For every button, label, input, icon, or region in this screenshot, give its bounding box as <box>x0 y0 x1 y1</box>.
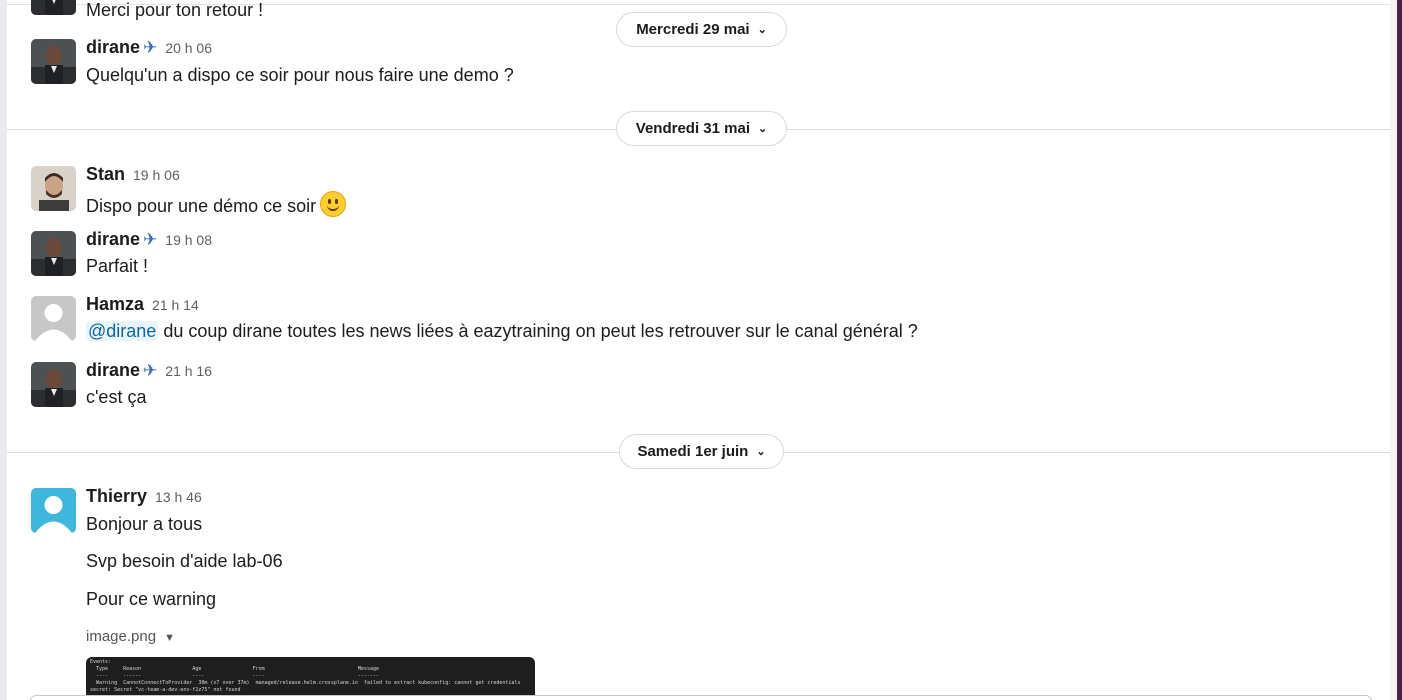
message-body: du coup dirane toutes les news liées à e… <box>158 321 918 341</box>
avatar-dirane[interactable] <box>31 362 76 407</box>
message-line: Svp besoin d'aide lab-06 <box>86 551 283 571</box>
message-body: Dispo pour une démo ce soir <box>86 196 317 216</box>
avatar-hamza[interactable] <box>31 296 76 341</box>
author-name[interactable]: Stan <box>86 164 125 184</box>
timestamp[interactable]: 21 h 16 <box>165 363 212 379</box>
timestamp[interactable]: 19 h 08 <box>165 232 212 248</box>
left-edge <box>0 0 7 700</box>
timestamp[interactable]: 20 h 06 <box>165 40 212 56</box>
chevron-down-icon: ⌄ <box>758 123 768 135</box>
message-text: @dirane du coup dirane toutes les news l… <box>86 321 918 342</box>
terminal-line: Type Reason Age From Message <box>90 666 379 672</box>
avatar-dirane[interactable] <box>31 39 76 84</box>
author-name[interactable]: dirane <box>86 360 140 380</box>
attachment-header[interactable]: image.png ▼ <box>86 628 175 645</box>
chevron-down-icon: ⌄ <box>756 446 766 458</box>
message-composer[interactable] <box>30 695 1372 700</box>
terminal-line: secret: Secret "vc-team-a-dev-env-f2z75"… <box>90 687 241 693</box>
slightly-smiling-face-icon <box>320 191 347 217</box>
workspace-accent-bar <box>1397 0 1402 700</box>
caret-down-icon[interactable]: ▼ <box>164 632 175 644</box>
author-name[interactable]: Hamza <box>86 294 144 314</box>
date-separator-fri[interactable]: Vendredi 31 mai ⌄ <box>616 111 787 146</box>
message-header: Hamza 21 h 14 <box>86 294 199 315</box>
timestamp[interactable]: 21 h 14 <box>152 297 199 313</box>
message-header: dirane ✈ 19 h 08 <box>86 229 212 250</box>
message-header: dirane ✈ 20 h 06 <box>86 37 212 58</box>
chevron-down-icon: ⌄ <box>757 24 767 36</box>
message-text: Dispo pour une démo ce soir <box>86 191 347 217</box>
author-name[interactable]: dirane <box>86 229 140 249</box>
message-pane: Merci pour ton retour ! Mercredi 29 mai … <box>0 0 1402 700</box>
date-label: Samedi 1er juin <box>637 443 749 460</box>
attachment-image[interactable]: Events: Type Reason Age From Message ---… <box>86 657 535 700</box>
author-name[interactable]: dirane <box>86 37 140 57</box>
message-line: Bonjour a tous <box>86 514 203 534</box>
avatar-dirane[interactable] <box>31 231 76 276</box>
message-header: dirane ✈ 21 h 16 <box>86 360 212 381</box>
date-label: Vendredi 31 mai <box>635 120 750 137</box>
message-text: Quelqu'un a dispo ce soir pour nous fair… <box>86 65 514 85</box>
terminal-line: Events: <box>90 659 112 665</box>
date-separator-wed[interactable]: Mercredi 29 mai ⌄ <box>616 12 787 47</box>
avatar-thierry[interactable] <box>31 488 76 533</box>
scrollbar-track[interactable] <box>1390 0 1397 700</box>
message-header: Stan 19 h 06 <box>86 164 180 185</box>
message-text: c'est ça <box>86 387 147 407</box>
timestamp[interactable]: 13 h 46 <box>155 489 202 505</box>
date-separator-sat[interactable]: Samedi 1er juin ⌄ <box>619 434 784 469</box>
attachment-filename[interactable]: image.png <box>86 628 156 645</box>
author-name[interactable]: Thierry <box>86 486 147 506</box>
airplane-icon: ✈ <box>143 230 158 249</box>
avatar-dirane[interactable] <box>31 0 76 15</box>
message-line: Pour ce warning <box>86 589 217 609</box>
airplane-icon: ✈ <box>143 38 158 57</box>
avatar-stan[interactable] <box>31 166 76 211</box>
airplane-icon: ✈ <box>143 361 158 380</box>
timestamp[interactable]: 19 h 06 <box>133 167 180 183</box>
message-text: Parfait ! <box>86 256 149 276</box>
user-mention[interactable]: @dirane <box>86 321 159 341</box>
date-label: Mercredi 29 mai <box>636 21 750 38</box>
message-header: Thierry 13 h 46 <box>86 486 202 507</box>
terminal-line: Warning CannotConnectToProvider 30m (x7 … <box>90 680 521 686</box>
message-text: Merci pour ton retour ! <box>86 0 264 20</box>
terminal-line: ---- ------ ---- ---- ------- <box>90 673 379 679</box>
